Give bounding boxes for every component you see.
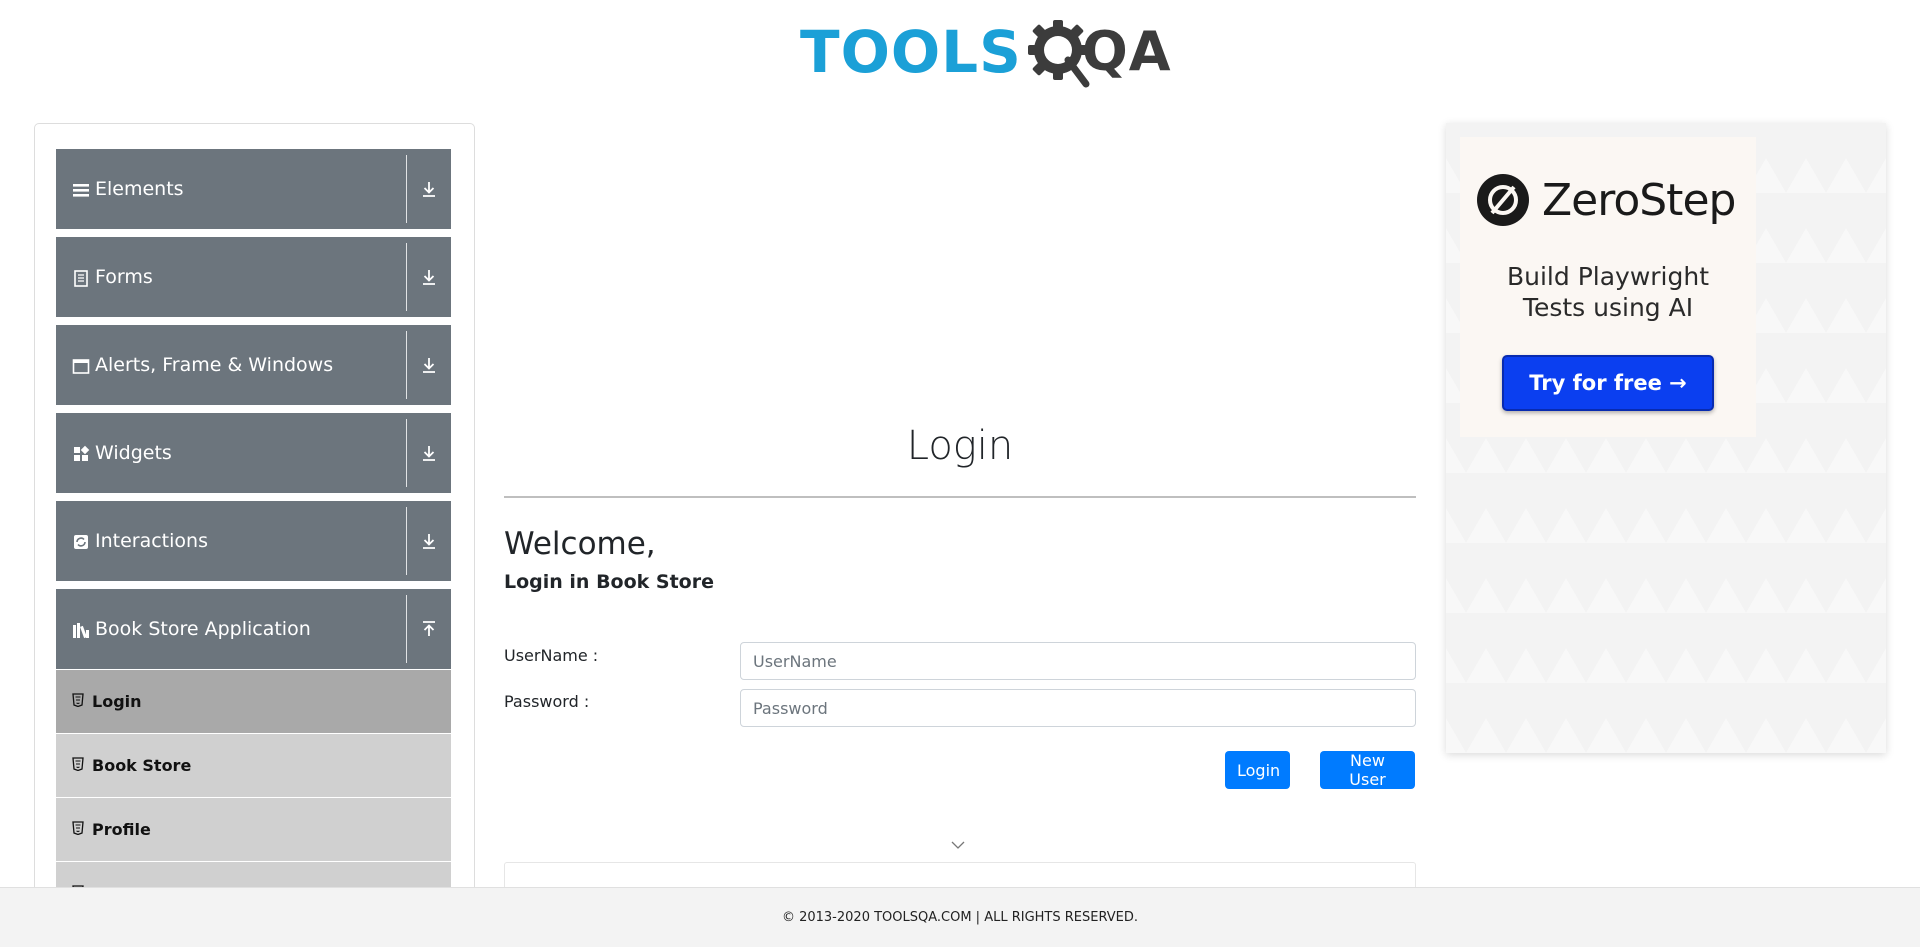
ad-tagline-line1: Build Playwright (1506, 262, 1710, 291)
html5-icon (72, 756, 84, 771)
logo-tools-text: TOOLS (800, 18, 1022, 86)
page-title: Login (906, 423, 1014, 469)
sidebar-group-header[interactable]: Forms (56, 237, 451, 317)
divider (406, 595, 407, 663)
sidebar: Elements Forms Alerts, Frame & Windows W… (34, 123, 475, 947)
sidebar-group-title: Elements (95, 178, 184, 200)
header: TOOLS QA (0, 0, 1920, 100)
sidebar-item-label: Book Store (92, 756, 192, 775)
window-icon (72, 359, 90, 374)
divider (406, 243, 407, 311)
sidebar-group-header[interactable]: Widgets (56, 413, 451, 493)
sidebar-group-widgets[interactable]: Widgets (56, 413, 453, 493)
html5-icon (72, 692, 84, 707)
welcome-subtitle: Login in Book Store (504, 571, 714, 593)
download-arrow-icon[interactable] (420, 268, 438, 286)
sidebar-item-book-store[interactable]: Book Store (56, 733, 451, 797)
divider (406, 331, 407, 399)
page: TOOLS QA Elements Forms Alerts, Frame & … (0, 0, 1920, 947)
sidebar-group-title: Interactions (95, 530, 208, 552)
sidebar-group-interactions[interactable]: Interactions (56, 501, 453, 581)
sidebar-group-title: Alerts, Frame & Windows (95, 354, 334, 376)
document-icon (74, 270, 88, 287)
sidebar-group-forms[interactable]: Forms (56, 237, 453, 317)
sidebar-group-header[interactable]: Elements (56, 149, 451, 229)
login-button[interactable]: Login (1225, 751, 1290, 789)
sidebar-group-title: Book Store Application (95, 618, 311, 640)
download-arrow-icon[interactable] (420, 444, 438, 462)
ad-card[interactable]: ZeroStep Build Playwright Tests using AI… (1460, 137, 1756, 437)
download-arrow-icon[interactable] (420, 356, 438, 374)
password-input[interactable] (740, 689, 1416, 727)
sidebar-group-header[interactable]: Book Store Application (56, 589, 451, 669)
welcome-heading: Welcome, (504, 526, 656, 562)
sidebar-group-book-store[interactable]: Book Store Application Login Book Store … (56, 589, 453, 925)
sidebar-item-login[interactable]: Login (56, 669, 451, 733)
username-input[interactable] (740, 642, 1416, 680)
footer: © 2013-2020 TOOLSQA.COM | ALL RIGHTS RES… (0, 887, 1920, 947)
ad-cta-button[interactable]: Try for free → (1502, 355, 1714, 411)
grid-icon (74, 445, 90, 461)
sidebar-item-label: Profile (92, 820, 151, 839)
ad-tagline: Build Playwright Tests using AI (1460, 261, 1756, 323)
divider (406, 419, 407, 487)
download-arrow-icon[interactable] (420, 180, 438, 198)
sidebar-group-header[interactable]: Interactions (56, 501, 451, 581)
ad-tagline-line2: Tests using AI (1522, 293, 1694, 322)
zerostep-logo-icon (1477, 174, 1529, 226)
toolsqa-logo[interactable]: TOOLS QA (800, 14, 1172, 90)
html5-icon (72, 820, 84, 835)
sidebar-group-title: Widgets (95, 442, 172, 464)
logo-qa-text: QA (1081, 20, 1172, 83)
books-icon (73, 623, 89, 639)
divider (406, 507, 407, 575)
sidebar-group-title: Forms (95, 266, 153, 288)
hamburger-icon (73, 184, 89, 197)
username-label: UserName : (504, 646, 599, 665)
ad-brand-name: ZeroStep (1542, 174, 1736, 226)
advertisement[interactable]: ZeroStep Build Playwright Tests using AI… (1446, 123, 1886, 753)
copyright-text: © 2013-2020 TOOLSQA.COM | ALL RIGHTS RES… (781, 910, 1139, 925)
sidebar-item-label: Login (92, 692, 142, 711)
new-user-button[interactable]: New User (1320, 751, 1415, 789)
download-arrow-icon[interactable] (420, 532, 438, 550)
chevron-down-icon[interactable] (951, 840, 965, 850)
title-divider (504, 496, 1416, 498)
divider (406, 155, 407, 223)
sidebar-group-elements[interactable]: Elements (56, 149, 453, 229)
sidebar-group-alerts[interactable]: Alerts, Frame & Windows (56, 325, 453, 405)
password-label: Password : (504, 692, 590, 711)
ad-brand: ZeroStep (1476, 173, 1736, 227)
upload-arrow-icon[interactable] (420, 620, 438, 638)
refresh-icon (74, 535, 88, 549)
sidebar-item-profile[interactable]: Profile (56, 797, 451, 861)
sidebar-group-header[interactable]: Alerts, Frame & Windows (56, 325, 451, 405)
